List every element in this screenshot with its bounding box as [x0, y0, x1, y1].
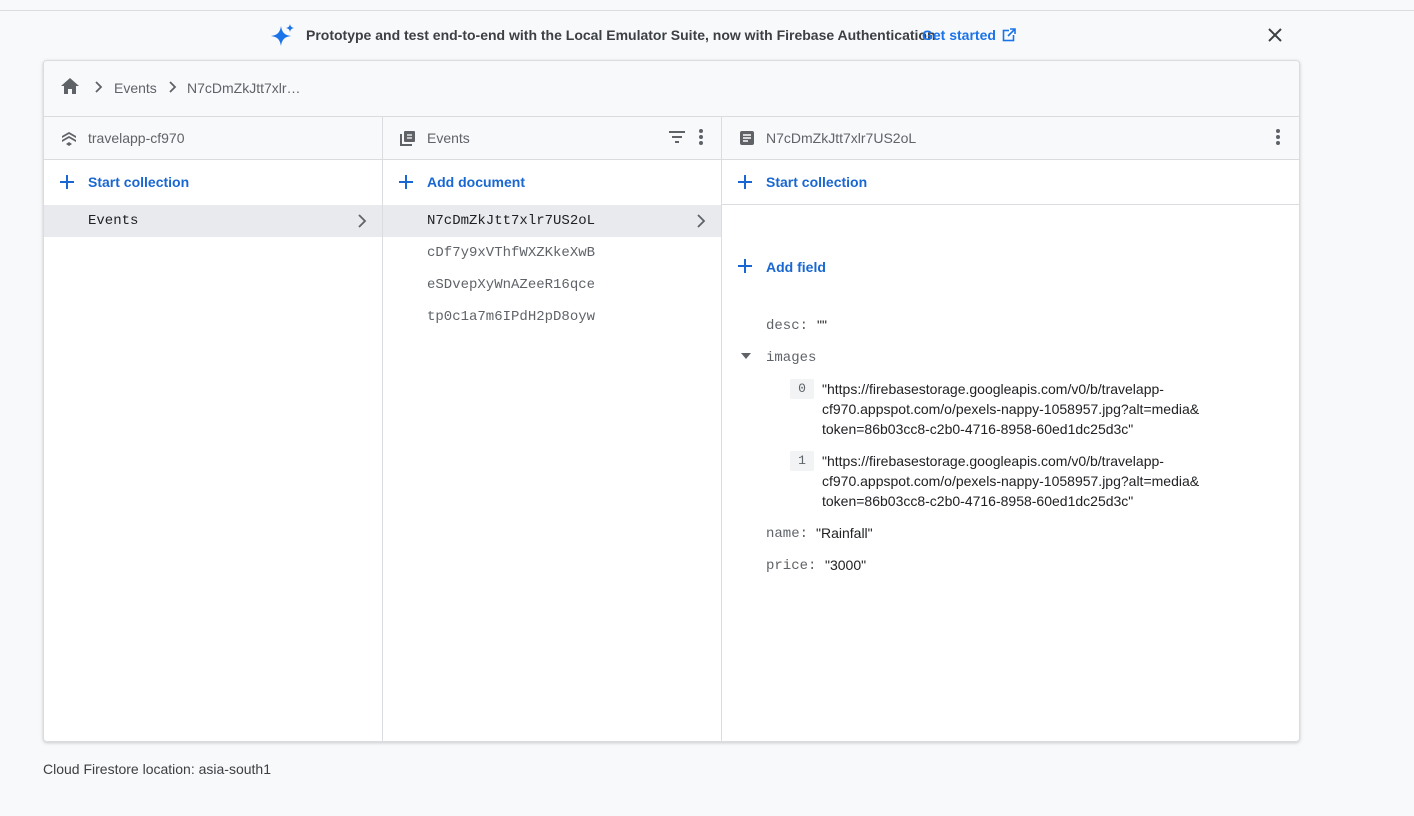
array-value-line: "https://firebasestorage.googleapis.com/… [822, 381, 1164, 397]
start-collection-label: Start collection [88, 174, 190, 190]
field-value-name[interactable]: "Rainfall" [816, 523, 873, 543]
document-title: N7cDmZkJtt7xlr7US2oL [766, 130, 917, 146]
document-column-header: N7cDmZkJtt7xlr7US2oL [722, 117, 1299, 160]
firestore-location: Cloud Firestore location: asia-south1 [43, 761, 272, 777]
field-key-images[interactable]: images [766, 350, 816, 366]
firestore-icon [62, 132, 76, 146]
field-value-desc[interactable]: "" [817, 315, 827, 335]
plus-icon [399, 175, 413, 189]
more-vert-icon[interactable] [1267, 126, 1289, 148]
banner-message: Prototype and test end-to-end with the L… [306, 27, 936, 43]
emulator-banner: Prototype and test end-to-end with the L… [0, 11, 1414, 59]
plus-icon [738, 259, 752, 273]
document-id: eSDvepXyWnAZeeR16qce [427, 277, 596, 293]
field-key-price[interactable]: price: [766, 558, 816, 574]
document-item[interactable]: N7cDmZkJtt7xlr7US2oL [383, 205, 721, 237]
close-icon[interactable] [1263, 23, 1287, 47]
array-value-line: "https://firebasestorage.googleapis.com/… [822, 453, 1164, 469]
array-value-line: cf970.appspot.com/o/pexels-nappy-1058957… [822, 473, 1200, 489]
chevron-right-icon [697, 214, 706, 228]
array-value-line: cf970.appspot.com/o/pexels-nappy-1058957… [822, 401, 1200, 417]
project-title: travelapp-cf970 [88, 130, 185, 146]
start-collection-label: Start collection [766, 174, 868, 190]
field-key-desc[interactable]: desc: [766, 318, 808, 334]
breadcrumb: Events N7cDmZkJtt7xlr… [44, 61, 1299, 117]
collapse-arrow-icon[interactable] [740, 350, 752, 362]
breadcrumb-document[interactable]: N7cDmZkJtt7xlr… [187, 80, 301, 96]
collection-column-header: Events [383, 117, 721, 160]
collection-icon [400, 131, 415, 146]
open-in-new-icon [1002, 28, 1016, 42]
get-started-link[interactable]: Get started [922, 27, 1016, 43]
plus-icon [60, 175, 74, 189]
filter-icon[interactable] [666, 126, 688, 148]
array-value[interactable]: "https://firebasestorage.googleapis.com/… [822, 379, 1222, 439]
start-subcollection-button[interactable]: Start collection [722, 160, 1299, 205]
collection-item-events[interactable]: Events [44, 205, 382, 237]
add-document-button[interactable]: Add document [383, 160, 721, 204]
sparkle-icon [271, 24, 294, 46]
array-value[interactable]: "https://firebasestorage.googleapis.com/… [822, 451, 1222, 511]
document-icon [740, 131, 754, 145]
firestore-panel: Events N7cDmZkJtt7xlr… travelapp-cf970 S… [43, 60, 1300, 742]
home-icon[interactable] [59, 75, 81, 97]
get-started-label: Get started [922, 27, 996, 43]
add-document-label: Add document [427, 174, 525, 190]
chevron-right-icon [169, 81, 177, 93]
collection-item-label: Events [88, 213, 139, 229]
project-column: travelapp-cf970 Start collection Events [44, 117, 383, 741]
document-column: N7cDmZkJtt7xlr7US2oL Start collection Ad… [722, 117, 1299, 741]
more-vert-icon[interactable] [690, 126, 712, 148]
array-index: 1 [790, 451, 814, 471]
project-column-header: travelapp-cf970 [44, 117, 382, 160]
start-collection-button[interactable]: Start collection [44, 160, 382, 204]
field-value-price[interactable]: "3000" [825, 555, 866, 575]
document-item[interactable]: eSDvepXyWnAZeeR16qce [383, 269, 721, 301]
breadcrumb-events[interactable]: Events [114, 80, 157, 96]
document-id: N7cDmZkJtt7xlr7US2oL [427, 213, 596, 229]
document-id: tp0c1a7m6IPdH2pD8oyw [427, 309, 596, 325]
document-id: cDf7y9xVThfWXZKkeXwB [427, 245, 596, 261]
array-value-line: token=86b03cc8-c2b0-4716-8958-60ed1dc25d… [822, 493, 1134, 509]
document-item[interactable]: tp0c1a7m6IPdH2pD8oyw [383, 301, 721, 333]
chevron-right-icon [358, 214, 367, 228]
collection-column: Events Add document N7cDmZkJtt7xlr7US2oL… [383, 117, 722, 741]
array-index: 0 [790, 379, 814, 399]
plus-icon [738, 175, 752, 189]
add-field-button[interactable]: Add field [722, 250, 1299, 282]
add-field-label: Add field [766, 259, 826, 275]
document-item[interactable]: cDf7y9xVThfWXZKkeXwB [383, 237, 721, 269]
chevron-right-icon [95, 81, 103, 93]
array-value-line: token=86b03cc8-c2b0-4716-8958-60ed1dc25d… [822, 421, 1134, 437]
field-key-name[interactable]: name: [766, 526, 808, 542]
collection-title: Events [427, 130, 470, 146]
